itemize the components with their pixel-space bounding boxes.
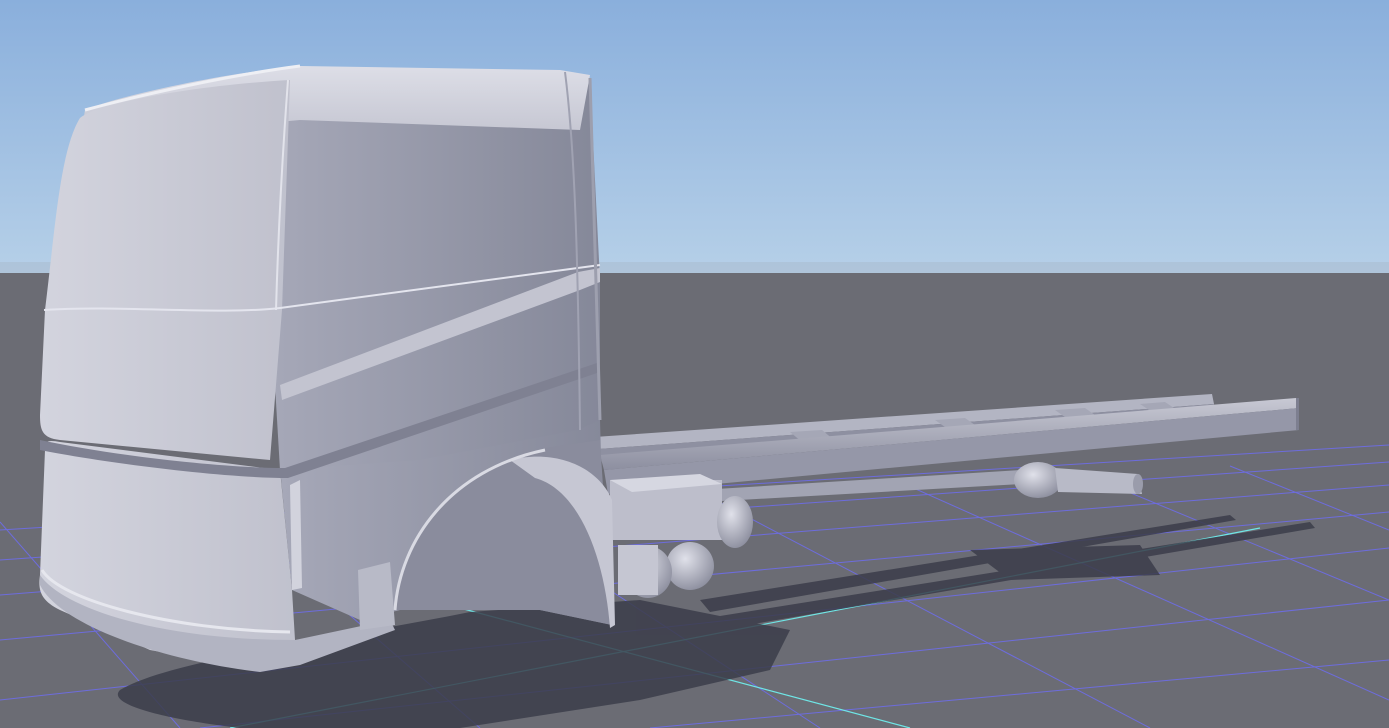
3d-viewport[interactable] <box>0 0 1389 728</box>
scene-canvas[interactable] <box>0 0 1389 728</box>
cab-upper-body <box>40 64 602 478</box>
